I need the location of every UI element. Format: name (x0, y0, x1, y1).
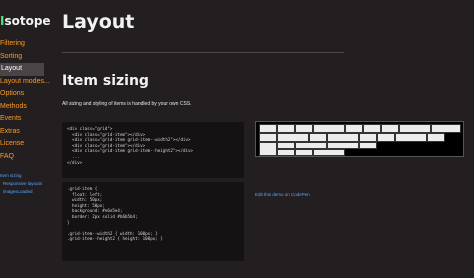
grid-item (259, 142, 277, 156)
grid-item (431, 124, 461, 133)
nav-item-extras[interactable]: Extras (0, 126, 46, 139)
grid-item (295, 124, 313, 133)
codepen-link[interactable]: Edit this demo on CodePen (255, 192, 310, 197)
grid-item (277, 142, 295, 149)
html-code-block: <div class="grid"> <div class="grid-item… (62, 122, 244, 178)
grid-item (327, 142, 359, 149)
grid-item (295, 142, 327, 149)
subnav-item-item-sizing[interactable]: Item sizing (0, 172, 42, 180)
site-logo[interactable]: Isotope (0, 14, 51, 28)
sidebar: Isotope Filtering Sorting Layout Layout mod… (0, 0, 51, 278)
grid-item (345, 124, 363, 133)
section-lead: All sizing and styling of items is handl… (62, 101, 192, 107)
demo-grid (259, 124, 461, 156)
masonry-demo[interactable] (255, 121, 464, 157)
section-subnav: Item sizing Responsive layouts imagesLoade… (0, 172, 42, 196)
section-title: Item sizing (62, 73, 149, 89)
grid-item (295, 149, 313, 156)
grid-item (359, 133, 377, 142)
page-title: Layout (62, 11, 135, 33)
nav-item-faq[interactable]: FAQ (0, 151, 46, 164)
code-line: .grid-item--height2 { height: 100px; } (67, 236, 163, 242)
grid-item (363, 124, 381, 133)
grid-item (313, 124, 345, 133)
grid-item (327, 133, 359, 142)
grid-item (313, 149, 345, 156)
grid-item (309, 133, 327, 142)
logo-text: sotope (4, 14, 51, 28)
grid-item (399, 124, 431, 133)
nav-item-options[interactable]: Options (0, 88, 46, 101)
main-nav: Filtering Sorting Layout Layout modes... Opt… (0, 38, 50, 164)
grid-item (395, 133, 427, 142)
nav-item-events[interactable]: Events (0, 113, 46, 126)
grid-item (259, 133, 277, 142)
subnav-item-responsive-layouts[interactable]: Responsive layouts (0, 180, 42, 188)
nav-item-layout[interactable]: Layout (0, 63, 44, 76)
grid-item (427, 133, 445, 142)
title-divider (62, 52, 344, 53)
nav-item-filtering[interactable]: Filtering (0, 38, 46, 51)
subnav-item-imagesloaded[interactable]: imagesLoaded (0, 188, 42, 196)
grid-item (277, 124, 295, 133)
grid-item (277, 149, 295, 156)
grid-item (277, 133, 309, 142)
grid-item (259, 124, 277, 133)
grid-item (381, 124, 399, 133)
grid-item (377, 133, 395, 142)
nav-item-layout-modes[interactable]: Layout modes... (0, 76, 50, 89)
nav-item-license[interactable]: License (0, 138, 46, 151)
nav-item-methods[interactable]: Methods (0, 101, 46, 114)
nav-item-sorting[interactable]: Sorting (0, 51, 46, 64)
grid-item (359, 142, 377, 149)
css-code-block: .grid-item { float: left; width: 50px; h… (62, 182, 244, 261)
code-line: </div> (67, 159, 83, 165)
